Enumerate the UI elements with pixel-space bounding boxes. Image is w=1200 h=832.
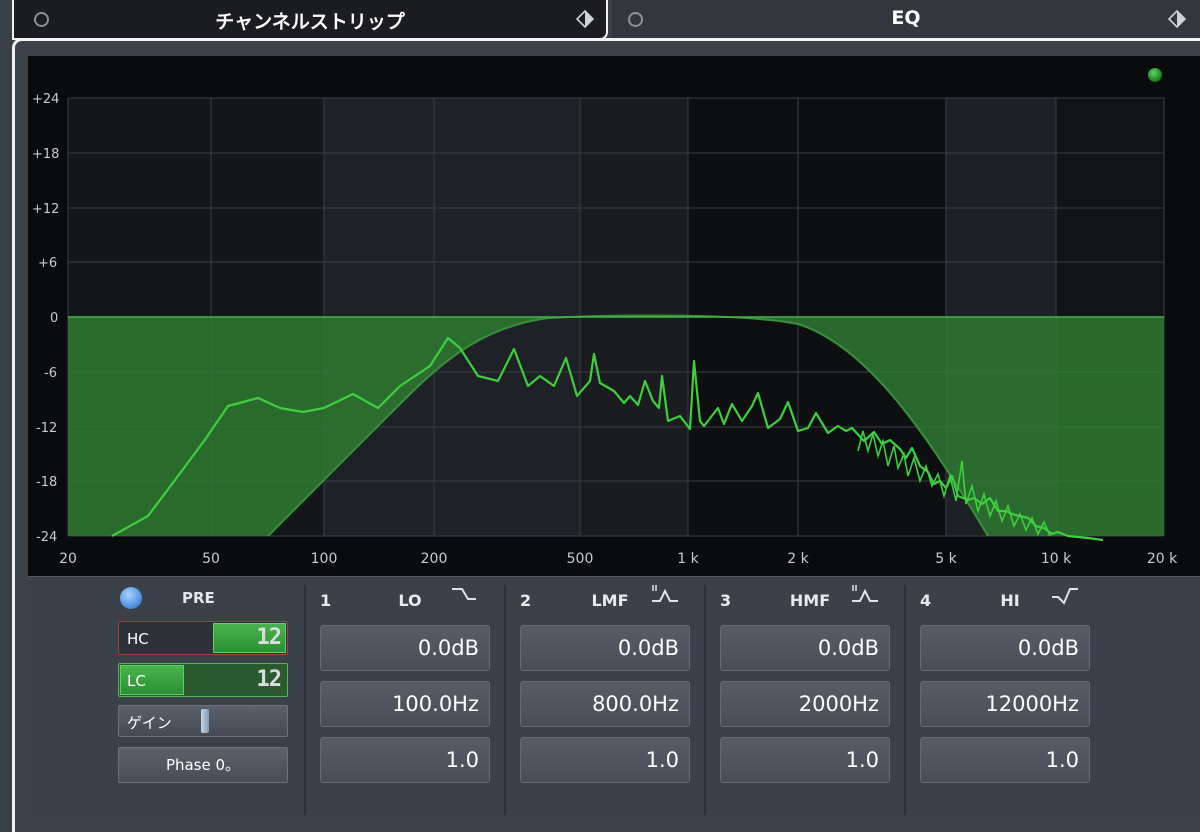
x-tick-label: 2 k — [787, 551, 809, 567]
eq-graph-canvas[interactable]: +24 +18 +12 +6 0 -6 -12 -18 -24 20 50 10… — [28, 56, 1200, 576]
tab-title-channel-strip: チャンネルストリップ — [215, 11, 405, 33]
gain-slider-handle[interactable] — [201, 709, 209, 733]
phase-button[interactable]: Phase 0。 — [118, 747, 288, 783]
tab-title-eq: EQ — [891, 7, 921, 29]
tab-eq[interactable]: EQ — [612, 0, 1200, 40]
band-2-gain-field[interactable]: 0.0dB — [520, 625, 690, 671]
eq-band-1: 1 LO 0.0dB 100.0Hz 1.0 — [308, 577, 508, 817]
band-3-q-field[interactable]: 1.0 — [720, 737, 890, 783]
x-tick-label: 20 k — [1147, 551, 1178, 567]
tab-channel-strip[interactable]: チャンネルストリップ — [12, 0, 608, 40]
pre-enable-button[interactable] — [120, 587, 142, 609]
y-tick-label: -6 — [44, 366, 57, 381]
band-number: 1 — [320, 591, 332, 610]
eq-band-2: 2 LMF 0.0dB 800.0Hz 1.0 — [508, 577, 708, 817]
band-number: 3 — [720, 591, 732, 610]
x-tick-label: 100 — [311, 551, 338, 567]
band-4-gain-field[interactable]: 0.0dB — [920, 625, 1090, 671]
low-shelf-icon[interactable] — [448, 583, 480, 607]
high-cut-filter-slider[interactable]: HC 12 — [118, 621, 288, 655]
eq-band-4: 4 HI 0.0dB 12000Hz 1.0 — [908, 577, 1108, 817]
low-cut-filter-slider[interactable]: LC 12 — [118, 663, 288, 697]
band-name: HI — [1000, 591, 1020, 610]
x-tick-label: 1 k — [677, 551, 699, 567]
high-cut-value: 12 — [256, 625, 282, 650]
y-tick-label: -18 — [36, 475, 57, 490]
y-tick-label: +12 — [32, 202, 59, 217]
y-tick-label: +24 — [32, 92, 59, 107]
x-tick-label: 500 — [567, 551, 594, 567]
preset-diamond-icon[interactable] — [576, 10, 594, 28]
band-name: HMF — [789, 591, 831, 610]
x-tick-label: 50 — [202, 551, 220, 567]
low-cut-label: LC — [127, 672, 146, 690]
band-name: LMF — [591, 591, 629, 610]
x-tick-label: 10 k — [1041, 551, 1072, 567]
eq-controls: PRE HC 12 LC 12 ゲイン Phase 0。 1 LO 0.0dB … — [28, 576, 1200, 822]
band-1-gain-field[interactable]: 0.0dB — [320, 625, 490, 671]
band-3-frequency-field[interactable]: 2000Hz — [720, 681, 890, 727]
gain-slider[interactable]: ゲイン — [118, 705, 288, 737]
x-tick-label: 5 k — [935, 551, 957, 567]
pre-label: PRE — [182, 589, 215, 607]
x-tick-label: 20 — [59, 551, 77, 567]
eq-graph[interactable]: +24 +18 +12 +6 0 -6 -12 -18 -24 20 50 10… — [28, 56, 1200, 576]
column-divider — [304, 585, 306, 815]
peak-filter-icon[interactable] — [848, 583, 880, 607]
low-cut-value: 12 — [256, 667, 282, 692]
high-cut-label: HC — [127, 630, 149, 648]
high-shelf-icon[interactable] — [1048, 583, 1080, 607]
band-1-frequency-field[interactable]: 100.0Hz — [320, 681, 490, 727]
x-tick-label: 200 — [421, 551, 448, 567]
y-tick-label: -24 — [36, 530, 57, 545]
y-tick-label: +6 — [38, 256, 57, 271]
y-tick-label: -12 — [36, 421, 57, 436]
preset-diamond-icon[interactable] — [1168, 10, 1186, 28]
band-name: LO — [398, 591, 422, 610]
band-4-frequency-field[interactable]: 12000Hz — [920, 681, 1090, 727]
y-tick-label: +18 — [32, 147, 59, 162]
band-4-q-field[interactable]: 1.0 — [920, 737, 1090, 783]
band-3-gain-field[interactable]: 0.0dB — [720, 625, 890, 671]
band-number: 2 — [520, 591, 532, 610]
peak-filter-icon[interactable] — [648, 583, 680, 607]
eq-band-3: 3 HMF 0.0dB 2000Hz 1.0 — [708, 577, 908, 817]
gain-label: ゲイン — [127, 714, 172, 732]
band-1-q-field[interactable]: 1.0 — [320, 737, 490, 783]
band-number: 4 — [920, 591, 932, 610]
analyzer-status-led[interactable] — [1148, 68, 1162, 82]
y-tick-label: 0 — [50, 311, 58, 326]
band-2-q-field[interactable]: 1.0 — [520, 737, 690, 783]
band-2-frequency-field[interactable]: 800.0Hz — [520, 681, 690, 727]
